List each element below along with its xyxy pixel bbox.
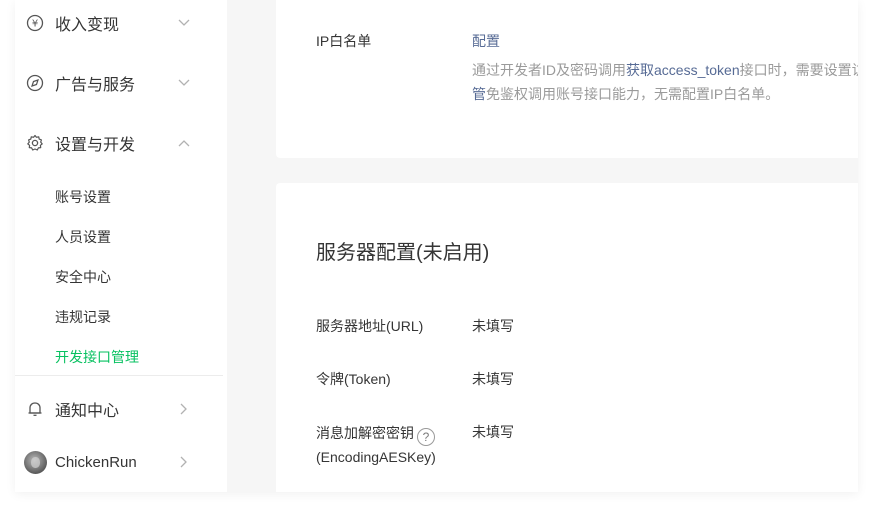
account-entry[interactable]: ChickenRun: [15, 442, 227, 482]
nav-group-label: 通知中心: [55, 403, 120, 420]
sidebar-item-violation-records[interactable]: 违规记录: [55, 307, 111, 327]
ip-whitelist-description: 通过开发者ID及密码调用获取access_token接口时，需要设置访管免鉴权调…: [472, 58, 858, 106]
gear-icon: [25, 133, 45, 153]
section-title: 服务器配置(未启用): [316, 242, 490, 264]
sidebar-item-dev-api-management[interactable]: 开发接口管理: [55, 347, 139, 367]
server-url-value: 未填写: [472, 318, 514, 334]
sidebar-divider: [15, 375, 223, 376]
ip-whitelist-label: IP白名单: [316, 33, 372, 49]
sidebar: ¥ 收入变现 广告与服务 设置与开发 账号设置 人员设置 安全中心 违规记录 开…: [15, 0, 227, 492]
sidebar-item-member-settings[interactable]: 人员设置: [55, 227, 111, 247]
sidebar-item-security-center[interactable]: 安全中心: [55, 267, 111, 287]
ip-whitelist-card: IP白名单 配置 通过开发者ID及密码调用获取access_token接口时，需…: [276, 0, 858, 158]
chevron-down-icon[interactable]: [177, 76, 191, 90]
avatar: [24, 450, 47, 474]
aes-key-label-sub: (EncodingAESKey): [316, 449, 436, 465]
account-name: ChickenRun: [55, 453, 137, 471]
nav-group-label: 设置与开发: [55, 137, 136, 154]
chevron-down-icon[interactable]: [177, 16, 191, 30]
server-url-label: 服务器地址(URL): [316, 318, 424, 334]
nav-group-label: 收入变现: [55, 17, 120, 34]
aes-key-label-text: 消息加解密密钥: [316, 425, 414, 441]
aes-key-value: 未填写: [472, 424, 514, 440]
chevron-right-icon[interactable]: [177, 402, 191, 416]
ip-whitelist-config-link[interactable]: 配置: [472, 31, 500, 51]
desc-text: 免鉴权调用账号接口能力，无需配置IP白名单。: [486, 86, 780, 102]
nav-group-notifications[interactable]: 通知中心: [15, 389, 227, 429]
nav-group-income[interactable]: ¥ 收入变现: [15, 3, 227, 43]
aes-key-label: 消息加解密密钥? (EncodingAESKey): [316, 422, 436, 468]
nav-group-settings[interactable]: 设置与开发: [15, 123, 227, 163]
desc-text: 通过开发者ID及密码调用: [472, 62, 626, 78]
nav-group-ads[interactable]: 广告与服务: [15, 63, 227, 103]
chevron-right-icon[interactable]: [177, 455, 191, 469]
bell-icon: [25, 399, 45, 419]
sidebar-item-account-settings[interactable]: 账号设置: [55, 187, 111, 207]
nav-group-label: 广告与服务: [55, 77, 136, 94]
token-label: 令牌(Token): [316, 371, 391, 387]
server-config-card: 服务器配置(未启用) 服务器地址(URL) 未填写 令牌(Token) 未填写 …: [276, 183, 858, 492]
yen-circle-icon: ¥: [25, 13, 45, 33]
chevron-up-icon[interactable]: [177, 136, 191, 150]
compass-icon: [25, 73, 45, 93]
desc-text: 接口时，需要设置访: [739, 62, 858, 78]
app-shell: ¥ 收入变现 广告与服务 设置与开发 账号设置 人员设置 安全中心 违规记录 开…: [15, 0, 858, 492]
access-token-link[interactable]: 获取access_token: [626, 62, 740, 78]
token-value: 未填写: [472, 371, 514, 387]
help-icon[interactable]: ?: [417, 428, 435, 446]
desc-link[interactable]: 管: [472, 86, 486, 102]
svg-text:¥: ¥: [32, 19, 38, 30]
